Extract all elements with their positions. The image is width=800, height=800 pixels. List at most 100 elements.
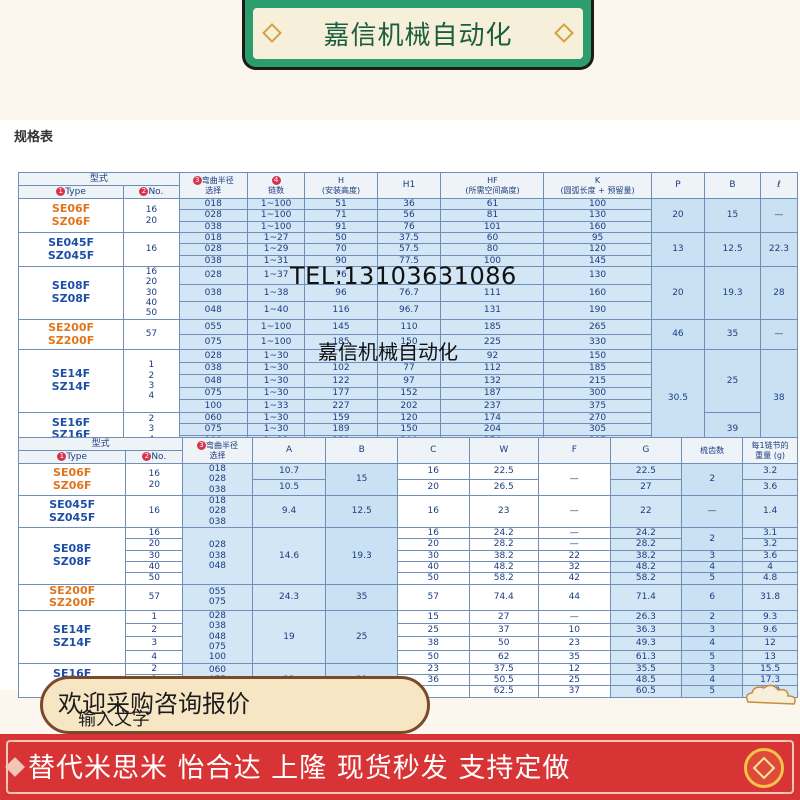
footer-slogan: 替代米思米 怡合达 上隆 现货秒发 支持定做: [28, 753, 571, 784]
table-row: 4 50 62 35 61.3 5 13: [19, 649, 798, 664]
value-cell: 61: [440, 197, 545, 211]
value-G: 48.5: [609, 674, 683, 687]
banner-title: 嘉信机械自动化: [323, 21, 513, 51]
value-B: 12.5: [704, 232, 761, 268]
value-P: 30.5: [650, 349, 706, 447]
value-C: 38: [396, 636, 470, 651]
value-teeth: 6: [681, 583, 744, 612]
value-W: 24.2: [468, 527, 540, 540]
value-weight: 1.4: [742, 495, 798, 529]
value-cell: 028: [178, 209, 248, 222]
value-cell: 97: [376, 374, 442, 388]
value-W: 48.2: [468, 561, 540, 574]
value-cell: 038: [178, 254, 248, 268]
value-C: 20: [396, 479, 470, 497]
header-G: G: [609, 437, 683, 464]
value-cell: 150: [543, 349, 652, 363]
value-cell: 1~100: [246, 318, 306, 336]
radius-cell: 018 028 038: [182, 495, 253, 529]
value-P: 20: [650, 197, 706, 234]
value-l: 38: [759, 349, 799, 447]
value-cell: 60: [440, 232, 545, 245]
value-B: 15: [325, 462, 398, 497]
header-l: ℓ: [759, 172, 799, 199]
value-cell: 1~100: [246, 220, 306, 234]
value-P: 46: [650, 318, 706, 351]
value-teeth: 4: [681, 636, 744, 651]
table-row: 40 40 48.2 32 48.2 4 4: [19, 561, 798, 574]
type-no: 16 20: [125, 462, 184, 497]
value-weight: 3.6: [742, 479, 798, 497]
value-F: —: [538, 610, 611, 625]
value-weight: 12: [742, 636, 798, 651]
type-no: 50: [125, 572, 184, 585]
value-F: —: [538, 462, 611, 497]
type-name: SE045F SZ045F: [17, 495, 127, 529]
value-G: 58.2: [609, 572, 683, 585]
value-weight: 31.8: [742, 583, 798, 612]
value-cell: 300: [543, 386, 652, 401]
value-F: 42: [538, 572, 611, 585]
value-teeth: 2: [681, 610, 744, 625]
value-W: 62: [468, 649, 540, 664]
value-G: 61.3: [609, 649, 683, 664]
table-row: SE200F SZ200F 57 055 075 24.3 35 57 74.4 44 71.4 6 3…: [17, 583, 798, 612]
value-weight: 15.5: [742, 662, 798, 676]
type-name: SE08F SZ08F: [17, 527, 127, 585]
value-teeth: 3: [681, 549, 744, 563]
value-teeth: —: [681, 495, 744, 529]
value-cell: 130: [543, 209, 652, 222]
value-teeth: 5: [681, 572, 744, 585]
value-F: 10: [538, 623, 611, 638]
value-cell: 237: [440, 399, 545, 413]
type-no: 16: [123, 232, 180, 268]
value-l: —: [759, 197, 799, 234]
type-name: SE06F SZ06F: [17, 462, 127, 497]
value-A: 19: [251, 610, 327, 664]
value-teeth: 4: [681, 674, 744, 687]
value-cell: 177: [304, 386, 378, 401]
header-radius: 3 弯曲半径 选择: [182, 437, 253, 464]
header-P: P: [650, 172, 706, 199]
type-name: SE200F SZ200F: [17, 583, 127, 612]
value-B: 19.3: [325, 527, 398, 585]
value-C: 16: [396, 462, 470, 481]
value-cell: 028: [178, 243, 248, 256]
value-teeth: 5: [681, 649, 744, 664]
value-weight: 3.6: [742, 549, 798, 563]
value-F: —: [538, 527, 611, 540]
header-no: 2 No.: [125, 450, 184, 464]
value-teeth: 2: [681, 462, 744, 497]
badge-icon: [744, 748, 784, 788]
value-C: 40: [396, 561, 470, 574]
value-cell: 060: [178, 411, 248, 425]
value-cell: 91: [304, 220, 378, 234]
value-cell: 1~27: [246, 232, 306, 245]
top-banner-panel: 嘉信机械自动化: [251, 6, 585, 61]
value-A: 9.4: [251, 495, 327, 529]
value-cell: 202: [376, 399, 442, 413]
value-weight: 4.8: [742, 572, 798, 585]
type-no: 40: [125, 561, 184, 574]
value-G: 71.4: [609, 583, 683, 612]
header-W: W: [468, 437, 540, 464]
value-F: 37: [538, 685, 611, 698]
type-name: SE045F SZ045F: [17, 232, 125, 268]
value-cell: 80: [440, 243, 545, 256]
value-cell: 055: [178, 318, 248, 336]
value-cell: 075: [178, 334, 248, 351]
table-row: SE200F SZ200F 57 055 1~100 145 110 185 265 46 35—: [17, 318, 799, 351]
table-row: SE08F SZ08F 16 028 038 048 14.6 19.3 16 24.2—24.2…: [17, 527, 798, 585]
value-teeth: 2: [681, 527, 744, 551]
value-cell: 1~100: [246, 197, 306, 211]
type-no: 57: [125, 583, 184, 612]
value-cell: 038: [178, 220, 248, 234]
type-name: SE200F SZ200F: [17, 318, 125, 351]
value-cell: 185: [543, 361, 652, 376]
value-F: 44: [538, 583, 611, 612]
value-W: 37.5: [468, 662, 540, 676]
value-W: 58.2: [468, 572, 540, 585]
value-F: 22: [538, 549, 611, 563]
value-cell: 1~40: [246, 301, 306, 320]
value-cell: 028: [178, 349, 248, 363]
